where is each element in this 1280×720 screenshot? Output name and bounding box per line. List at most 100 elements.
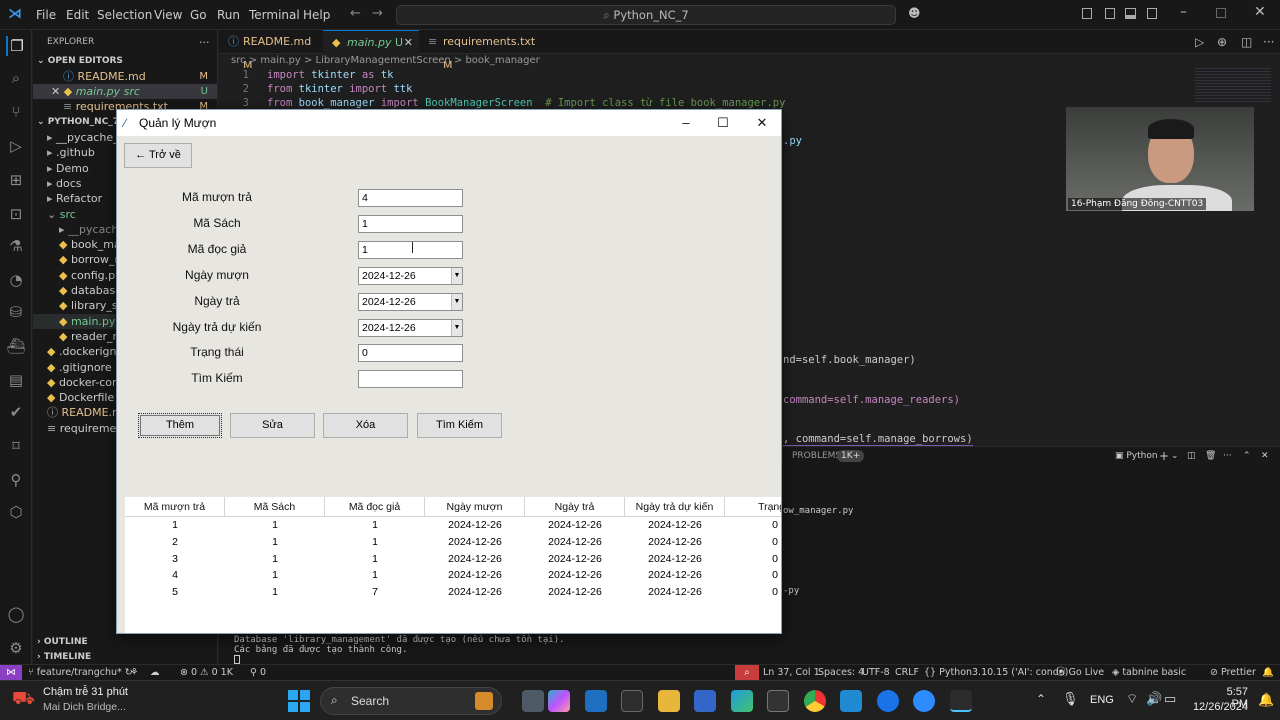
chevron-up-icon[interactable]: ⌃ [1036,692,1046,706]
file-explorer-icon[interactable] [658,690,680,712]
text-entry[interactable] [358,370,463,389]
run-icon[interactable]: ▷ [1195,35,1204,49]
dropdown-arrow-icon[interactable]: ▼ [451,319,462,336]
tabnine-status[interactable]: ◈ tabnine basic [1112,665,1186,680]
maximize-icon[interactable]: ☐ [704,110,742,136]
command-center-search[interactable]: ⌕ Python_NC_7 [396,5,896,25]
app-cube-icon[interactable] [621,690,643,712]
volume-icon[interactable]: 🔊 [1146,691,1162,707]
breadcrumb[interactable]: src > main.py > LibraryManagementScreen … [219,54,1280,68]
forward-arrow-icon[interactable]: → [372,6,383,21]
notifications-icon[interactable]: 🔔 [1262,665,1274,680]
database-icon[interactable]: ⛁ [6,302,26,322]
prettier-status[interactable]: ⊘ Prettier [1210,665,1256,680]
encoding-status[interactable]: UTF-8 [862,665,890,680]
close-icon[interactable]: ✕ [404,31,413,55]
microphone-icon[interactable]: 🎙 [1062,691,1079,707]
text-entry[interactable]: 1 [358,214,463,233]
cursor-position[interactable]: Ln 37, Col 1 [763,665,820,680]
language-indicator[interactable]: ENG [1090,694,1114,706]
eol-status[interactable]: CRLF [895,665,919,680]
minimize-icon[interactable]: – [667,110,705,136]
maximize-icon[interactable] [1216,8,1226,18]
split-editor-icon[interactable]: ◫ [1241,35,1252,49]
minimize-icon[interactable]: – [1180,4,1187,20]
delete-button[interactable]: Xóa [323,413,408,438]
more-actions-icon[interactable]: ··· [1223,447,1232,465]
store-icon[interactable] [585,690,607,712]
testing-icon[interactable]: ⚗ [6,236,26,256]
layout-right-icon[interactable] [1147,8,1157,19]
column-header[interactable]: Mã Sách [225,497,325,517]
trash-icon[interactable]: 🗑 [1205,447,1216,465]
docker-icon[interactable]: ⛴ [6,336,26,356]
widget-subtitle[interactable]: Mai Dich Bridge... [43,701,126,713]
timeline-header[interactable]: › TIMELINE [37,650,217,664]
remote-indicator-icon[interactable]: ⋈ [0,665,22,680]
tab-main[interactable]: ◆ main.py U ✕ [323,30,419,54]
column-header[interactable]: Trạng t [725,497,781,517]
python-feather-icon[interactable] [950,690,972,712]
git-graph-icon[interactable]: ◔ [6,270,26,290]
git-graph-icon[interactable]: ⚘ [130,665,139,680]
check-icon[interactable]: ✔ [6,402,26,422]
account-icon[interactable]: ◯ [6,604,26,624]
run-debug-icon[interactable]: ▷ [6,136,26,156]
edge-icon[interactable] [731,690,753,712]
back-button[interactable]: ← Trở về [124,143,192,168]
menu-go[interactable]: Go [190,8,207,22]
interpreter-status[interactable]: 3.10.15 ('AI': conda) [972,665,1068,680]
wifi-icon[interactable]: ⌔ [1126,691,1138,707]
date-combobox[interactable]: 2024-12-26 ▼ [358,266,463,285]
column-header[interactable]: Ngày mượn [425,497,525,517]
open-editor-readme[interactable]: ⓘ README.md M [33,69,217,84]
dropdown-arrow-icon[interactable]: ▼ [451,293,462,310]
notebook-icon[interactable]: ▤ [6,370,26,390]
menu-terminal[interactable]: Terminal [249,8,300,22]
branch-status[interactable]: ⑂ feature/trangchu* ↻ [28,665,133,680]
more-actions-icon[interactable]: ··· [199,35,214,50]
table-row[interactable]: 3 1 1 2024-12-26 2024-12-26 2024-12-26 0 [125,551,781,568]
table-row[interactable]: 1 1 1 2024-12-26 2024-12-26 2024-12-26 0 [125,517,781,534]
vs-app-icon[interactable] [694,690,716,712]
python-icon[interactable]: ⚲ [6,470,26,490]
tab-requirements[interactable]: ≡ requirements.txt M [419,30,535,72]
borrow-table[interactable]: Mã mượn trả Mã Sách Mã đọc giả Ngày mượn Ngà… [125,497,781,633]
notification-bell-icon[interactable]: 🔔 [1258,692,1274,708]
mail-icon[interactable] [767,690,789,712]
dropdown-arrow-icon[interactable]: ▼ [451,267,462,284]
ports-status[interactable]: ⚲ 0 [250,665,266,680]
add-button[interactable]: Thêm [138,413,222,438]
close-icon[interactable]: ✕ [51,85,64,98]
task-view-icon[interactable] [522,690,544,712]
column-header[interactable]: Ngày trả [525,497,625,517]
chrome-icon[interactable] [804,690,826,712]
table-row[interactable]: 4 1 1 2024-12-26 2024-12-26 2024-12-26 0 [125,567,781,584]
compare-icon[interactable]: ⊕ [1217,35,1227,49]
copilot-icon[interactable] [548,690,570,712]
clock-date[interactable]: 12/26/2024 [1186,701,1248,713]
problems-tab[interactable]: PROBLEMS [792,447,841,465]
hexagon-icon[interactable]: ⬡ [6,502,26,522]
menu-run[interactable]: Run [217,8,240,22]
column-header[interactable]: Mã mượn trả [125,497,225,517]
table-row[interactable]: 5 1 7 2024-12-26 2024-12-26 2024-12-26 0 [125,584,781,601]
window-titlebar[interactable]: ⁄ Quản lý Mượn – ☐ ✕ [117,110,781,136]
outline-header[interactable]: › OUTLINE [37,635,217,650]
split-terminal-icon[interactable]: ◫ [1187,447,1196,465]
traffic-icon[interactable]: ⛟ [12,688,35,712]
problems-status[interactable]: ⊗ 0 ⚠ 0 1K [180,665,233,680]
text-entry[interactable]: 4 [358,189,463,207]
extensions-icon[interactable]: ⊞ [6,170,26,190]
copilot-icon[interactable]: ☻ [908,6,921,20]
layout-sidebar-icon[interactable] [1082,8,1092,19]
more-actions-icon[interactable]: ··· [1263,35,1274,49]
text-entry[interactable]: 0 [358,344,463,363]
chevron-up-icon[interactable]: ⌃ [1243,447,1251,465]
menu-selection[interactable]: Selection [97,8,152,22]
back-arrow-icon[interactable]: ← [350,6,361,21]
menu-view[interactable]: View [154,8,182,22]
menu-file[interactable]: File [36,8,56,22]
source-control-icon[interactable]: ⑂ [6,102,26,122]
azure-icon[interactable]: ☁ [150,665,160,680]
